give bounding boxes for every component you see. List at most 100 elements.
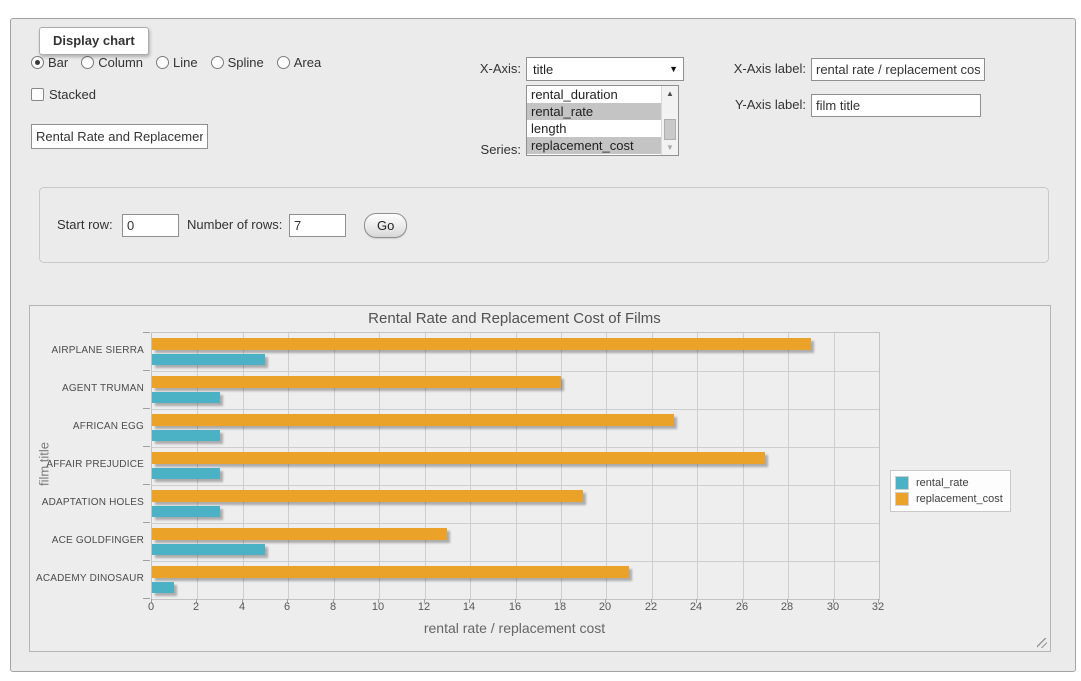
- bar-rental_rate: [152, 506, 220, 517]
- y-tick-mark: [143, 522, 150, 523]
- legend-item: replacement_cost: [895, 492, 1003, 506]
- y-tick-mark: [143, 560, 150, 561]
- series-options: rental_durationrental_ratelengthreplacem…: [527, 86, 678, 154]
- gridline: [334, 333, 335, 599]
- category-label: ACADEMY DINOSAUR: [30, 573, 144, 584]
- scrollbar-thumb[interactable]: [664, 119, 676, 140]
- num-rows-input[interactable]: [289, 214, 346, 237]
- y-tick-mark: [143, 446, 150, 447]
- x-tick-label: 30: [827, 601, 839, 613]
- bar-replacement_cost: [152, 528, 447, 540]
- x-tick-label: 32: [872, 601, 884, 613]
- series-label: Series:: [465, 142, 521, 157]
- x-tick-label: 16: [509, 601, 521, 613]
- gridline: [288, 333, 289, 599]
- x-tick-label: 26: [736, 601, 748, 613]
- x-tick-label: 14: [463, 601, 475, 613]
- gridline: [697, 333, 698, 599]
- chart-x-axis-title: rental rate / replacement cost: [151, 620, 878, 636]
- chart-legend: rental_rate replacement_cost: [890, 470, 1011, 512]
- start-row-label: Start row:: [57, 217, 113, 232]
- legend-item: rental_rate: [895, 476, 1003, 490]
- chart-type-radio-spline[interactable]: [211, 56, 224, 69]
- gridline: [197, 333, 198, 599]
- category-label: ACE GOLDFINGER: [30, 535, 144, 546]
- legend-label-replacement_cost: replacement_cost: [916, 493, 1003, 505]
- x-axis-label: X-Axis:: [465, 61, 521, 76]
- x-tick-label: 0: [148, 601, 154, 613]
- chart-type-radio-area[interactable]: [277, 56, 290, 69]
- bar-rental_rate: [152, 582, 174, 593]
- category-label: AFRICAN EGG: [30, 421, 144, 432]
- y-tick-mark: [143, 370, 150, 371]
- bar-replacement_cost: [152, 566, 629, 578]
- x-tick-label: 28: [781, 601, 793, 613]
- gridline: [152, 485, 879, 486]
- bar-rental_rate: [152, 468, 220, 479]
- y-axis-label-caption: Y-Axis label:: [714, 97, 806, 112]
- chart-type-label-column: Column: [98, 55, 143, 70]
- bar-rental_rate: [152, 354, 265, 365]
- go-button[interactable]: Go: [364, 213, 407, 238]
- category-label: AIRPLANE SIERRA: [30, 345, 144, 356]
- bar-replacement_cost: [152, 414, 674, 426]
- gridline: [516, 333, 517, 599]
- chart-type-label-area: Area: [294, 55, 321, 70]
- chart-type-radio-line[interactable]: [156, 56, 169, 69]
- gridline: [152, 371, 879, 372]
- x-axis-label-caption: X-Axis label:: [714, 61, 806, 76]
- y-tick-mark: [143, 408, 150, 409]
- gridline: [152, 561, 879, 562]
- gridline: [425, 333, 426, 599]
- gridline: [606, 333, 607, 599]
- y-tick-mark: [143, 484, 150, 485]
- legend-swatch-rental_rate: [895, 476, 909, 490]
- x-tick-label: 4: [239, 601, 245, 613]
- category-label: AFFAIR PREJUDICE: [30, 459, 144, 470]
- gridline: [152, 447, 879, 448]
- num-rows-label: Number of rows:: [187, 217, 282, 232]
- bar-rental_rate: [152, 430, 220, 441]
- series-option-length[interactable]: length: [527, 120, 661, 137]
- gridline: [470, 333, 471, 599]
- chart-type-label-spline: Spline: [228, 55, 264, 70]
- scrollbar-down-icon[interactable]: ▼: [662, 140, 678, 155]
- chart-title-input[interactable]: [31, 124, 208, 149]
- x-axis-label-input[interactable]: [811, 58, 985, 81]
- panel-legend: Display chart: [39, 27, 149, 55]
- chart-type-radio-bar[interactable]: [31, 56, 44, 69]
- chart-title: Rental Rate and Replacement Cost of Film…: [151, 310, 878, 327]
- y-tick-mark: [143, 598, 150, 599]
- series-listbox[interactable]: rental_durationrental_ratelengthreplacem…: [526, 85, 679, 156]
- start-row-input[interactable]: [122, 214, 179, 237]
- bar-replacement_cost: [152, 452, 765, 464]
- y-axis-label-input[interactable]: [811, 94, 981, 117]
- x-tick-label: 22: [645, 601, 657, 613]
- gridline: [152, 409, 879, 410]
- x-tick-label: 12: [418, 601, 430, 613]
- x-axis-select[interactable]: title ▼: [526, 57, 684, 81]
- category-label: AGENT TRUMAN: [30, 383, 144, 394]
- row-range-panel: Start row: Number of rows: Go: [39, 187, 1049, 263]
- chart-container: Rental Rate and Replacement Cost of Film…: [29, 305, 1051, 652]
- stacked-label: Stacked: [49, 87, 96, 102]
- gridline: [652, 333, 653, 599]
- series-option-replacement_cost[interactable]: replacement_cost: [527, 137, 661, 154]
- bar-rental_rate: [152, 544, 265, 555]
- display-chart-panel: BarColumnLineSplineArea Stacked X-Axis: …: [10, 18, 1076, 672]
- gridline: [152, 523, 879, 524]
- scrollbar-up-icon[interactable]: ▲: [662, 86, 678, 101]
- bar-replacement_cost: [152, 490, 583, 502]
- resize-handle[interactable]: [1037, 638, 1047, 648]
- x-tick-label: 2: [193, 601, 199, 613]
- x-tick-label: 24: [690, 601, 702, 613]
- stacked-checkbox[interactable]: [31, 88, 44, 101]
- chart-type-radio-column[interactable]: [81, 56, 94, 69]
- series-scrollbar[interactable]: ▲ ▼: [661, 86, 678, 155]
- gridline: [743, 333, 744, 599]
- category-label: ADAPTATION HOLES: [30, 497, 144, 508]
- plot-area: [151, 332, 880, 600]
- series-option-rental_rate[interactable]: rental_rate: [527, 103, 661, 120]
- series-option-rental_duration[interactable]: rental_duration: [527, 86, 661, 103]
- chart-type-radio-group: BarColumnLineSplineArea: [31, 55, 334, 70]
